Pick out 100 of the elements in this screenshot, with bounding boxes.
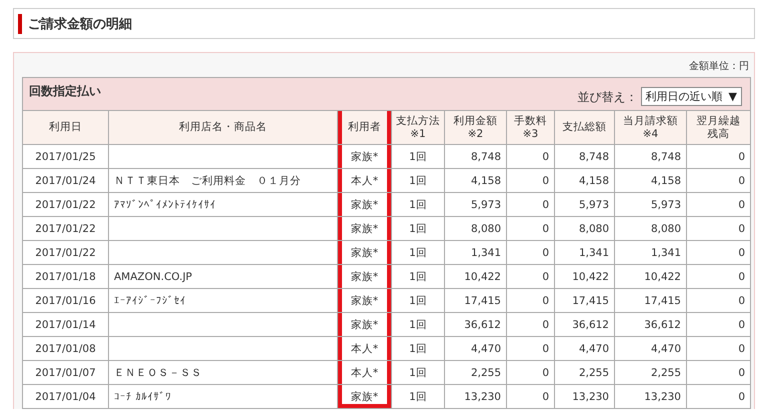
table-cell: 2,255 [444, 360, 506, 384]
table-cell: 4,470 [614, 336, 686, 360]
table-cell: 2017/01/22 [22, 240, 108, 264]
table-cell: 2017/01/18 [22, 264, 108, 288]
table-cell: 家族* [338, 264, 392, 288]
table-cell: 0 [506, 192, 554, 216]
sort-select[interactable]: 利用日の近い順 ▼ [640, 87, 742, 106]
column-header: 支払方法 ※1 [392, 110, 444, 144]
table-cell: 0 [686, 216, 750, 240]
column-header: 当月請求額 ※4 [614, 110, 686, 144]
table-cell: 36,612 [614, 312, 686, 336]
table-cell: 0 [686, 240, 750, 264]
table-cell: 8,748 [614, 144, 686, 168]
table-cell: 2017/01/25 [22, 144, 108, 168]
table-cell: 10,422 [554, 264, 614, 288]
table-cell: 0 [506, 384, 554, 408]
column-header: 支払総額 [554, 110, 614, 144]
table-cell: 0 [686, 192, 750, 216]
column-header: 利用店名・商品名 [108, 110, 338, 144]
table-cell: 1,341 [614, 240, 686, 264]
table-cell: 36,612 [554, 312, 614, 336]
table-cell: 家族* [338, 288, 392, 312]
table-cell: 0 [686, 336, 750, 360]
table-cell: 36,612 [444, 312, 506, 336]
table-cell: 家族* [338, 384, 392, 408]
table-cell: 1回 [392, 288, 444, 312]
table-cell: 17,415 [554, 288, 614, 312]
table-cell: 0 [506, 288, 554, 312]
table-cell: 1回 [392, 192, 444, 216]
table-cell: 5,973 [554, 192, 614, 216]
column-header: 手数料 ※3 [506, 110, 554, 144]
table-cell: 4,158 [444, 168, 506, 192]
title-accent-bar [18, 14, 22, 34]
table-cell: 家族* [338, 192, 392, 216]
table-cell: 13,230 [554, 384, 614, 408]
page-title: ご請求金額の明細 [28, 16, 132, 32]
table-cell: 8,748 [554, 144, 614, 168]
table-cell: 家族* [338, 312, 392, 336]
table-cell: AMAZON.CO.JP [108, 264, 338, 288]
table-cell: 0 [506, 336, 554, 360]
table-cell: 4,470 [444, 336, 506, 360]
table-cell: 8,080 [444, 216, 506, 240]
table-cell: 2,255 [554, 360, 614, 384]
table-cell: 0 [506, 168, 554, 192]
table-cell: ＮＴＴ東日本 ご利用料金 ０１月分 [108, 168, 338, 192]
table-cell: 家族* [338, 216, 392, 240]
table-cell: ｺｰﾁ ｶﾙｲｻﾞﾜ [108, 384, 338, 408]
section-title: 回数指定払い [29, 83, 101, 100]
table-cell: 1回 [392, 384, 444, 408]
table-cell: 1回 [392, 336, 444, 360]
table-cell: 2017/01/14 [22, 312, 108, 336]
table-cell: 0 [506, 240, 554, 264]
table-cell: 10,422 [444, 264, 506, 288]
table-cell: 1回 [392, 240, 444, 264]
table-cell: ｱﾏｿﾞﾝﾍﾟｲﾒﾝﾄﾃｲｹｲｻｲ [108, 192, 338, 216]
table-cell: 0 [686, 384, 750, 408]
table-cell: 1回 [392, 144, 444, 168]
currency-unit-note: 金額単位：円 [689, 60, 749, 73]
table-cell: 10,422 [614, 264, 686, 288]
column-header: 利用者 [338, 110, 392, 144]
table-cell: 0 [686, 312, 750, 336]
table-cell: 2017/01/22 [22, 192, 108, 216]
table-cell: 0 [686, 144, 750, 168]
table-cell: 17,415 [444, 288, 506, 312]
table-cell: 4,158 [554, 168, 614, 192]
table-cell: 本人* [338, 360, 392, 384]
table-cell: 0 [506, 264, 554, 288]
table-cell: 2017/01/22 [22, 216, 108, 240]
table-cell: 2017/01/07 [22, 360, 108, 384]
table-cell: 5,973 [444, 192, 506, 216]
table-cell: ＥＮＥＯＳ－ＳＳ [108, 360, 338, 384]
table-cell: 0 [506, 144, 554, 168]
table-cell: 1,341 [554, 240, 614, 264]
table-cell: 家族* [338, 240, 392, 264]
table-cell: 2017/01/04 [22, 384, 108, 408]
table-cell: 本人* [338, 168, 392, 192]
table-cell: ｴｰｱｲｼﾞｰﾌｼﾞｾｲ [108, 288, 338, 312]
table-cell: 2017/01/16 [22, 288, 108, 312]
table-cell: 5,973 [614, 192, 686, 216]
table-cell: 0 [686, 168, 750, 192]
table-cell: 4,470 [554, 336, 614, 360]
column-header: 翌月繰越 残高 [686, 110, 750, 144]
table-cell: 0 [686, 288, 750, 312]
table-cell: 0 [686, 264, 750, 288]
table-cell: 8,748 [444, 144, 506, 168]
table-cell: 1回 [392, 312, 444, 336]
table-cell: 17,415 [614, 288, 686, 312]
table-cell: 8,080 [614, 216, 686, 240]
table-cell: 1回 [392, 264, 444, 288]
table-cell: 13,230 [614, 384, 686, 408]
table-cell: 本人* [338, 336, 392, 360]
table-cell: 2017/01/24 [22, 168, 108, 192]
table-cell: 0 [506, 216, 554, 240]
sort-label: 並び替え： [578, 89, 638, 106]
table-cell: 家族* [338, 144, 392, 168]
table-cell: 1,341 [444, 240, 506, 264]
table-cell: 13,230 [444, 384, 506, 408]
table-cell: 0 [506, 312, 554, 336]
table-cell: 1回 [392, 360, 444, 384]
column-header: 利用日 [22, 110, 108, 144]
